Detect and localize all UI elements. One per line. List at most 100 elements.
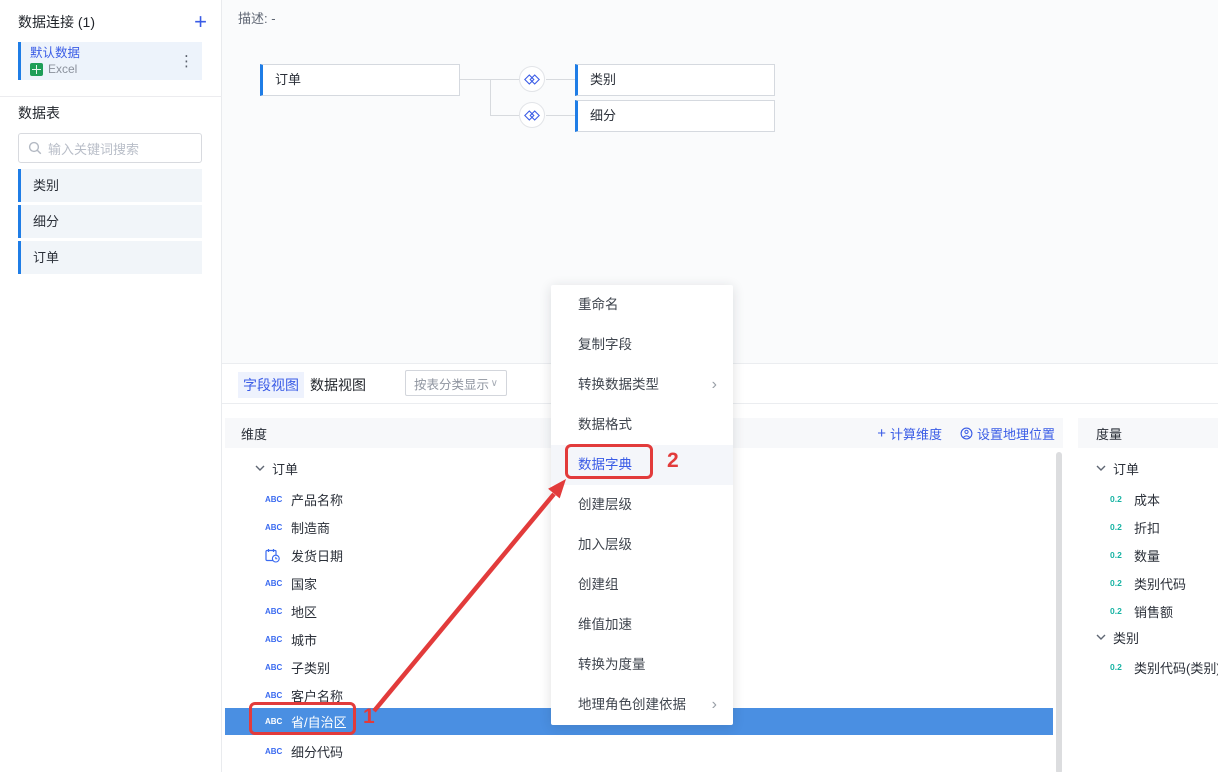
search-input[interactable]: 输入关键词搜索	[18, 133, 202, 163]
join-diamonds-icon	[523, 74, 541, 85]
join-icon[interactable]	[519, 66, 545, 92]
join-diamonds-icon	[523, 110, 541, 121]
abc-field-icon: ABC	[265, 747, 285, 756]
measure-group-label: 类别	[1113, 628, 1139, 647]
measure-field-label: 类别代码	[1134, 574, 1186, 593]
dimension-field-row[interactable]: ABC 细分代码	[225, 737, 1053, 765]
menu-item-label: 加入层级	[578, 537, 632, 552]
connector-line	[490, 115, 519, 116]
dimension-field-label: 制造商	[291, 518, 330, 537]
menu-item[interactable]: 转换为度量	[551, 645, 733, 685]
measure-group-row[interactable]: 类别	[1078, 623, 1218, 651]
measure-field-label: 类别代码(类别)	[1134, 658, 1218, 677]
menu-item[interactable]: 数据格式	[551, 405, 733, 445]
table-node-orders[interactable]: 订单	[260, 64, 460, 96]
measure-group-row[interactable]: 订单	[1078, 454, 1218, 482]
measure-field-row[interactable]: 0.2成本	[1078, 485, 1218, 513]
table-node-label: 类别	[590, 72, 616, 87]
chevron-down-icon: ∨	[491, 378, 498, 389]
connector-line	[490, 79, 519, 80]
dimension-field-label: 省/自治区	[291, 712, 347, 731]
measure-field-row[interactable]: 0.2数量	[1078, 541, 1218, 569]
menu-item[interactable]: 创建层级	[551, 485, 733, 525]
set-geo-button[interactable]: 设置地理位置	[960, 424, 1055, 443]
submenu-arrow-icon: ›	[712, 685, 717, 725]
connection-type-row: Excel	[30, 62, 194, 76]
measure-field-label: 折扣	[1134, 518, 1160, 537]
geo-globe-icon	[960, 427, 973, 440]
menu-item-label: 维值加速	[578, 617, 632, 632]
data-connections-title: 数据连接 (1)	[18, 12, 95, 32]
measure-group-label: 订单	[1113, 459, 1139, 478]
measure-number-icon: 0.2	[1110, 662, 1128, 672]
table-node-segment[interactable]: 细分	[575, 100, 775, 132]
dimension-field-label: 城市	[291, 630, 317, 649]
menu-item[interactable]: 加入层级	[551, 525, 733, 565]
table-node-category[interactable]: 类别	[575, 64, 775, 96]
dimension-field-label: 国家	[291, 574, 317, 593]
menu-item[interactable]: 复制字段	[551, 325, 733, 365]
field-context-menu: 重命名复制字段转换数据类型›数据格式数据字典创建层级加入层级创建组维值加速转换为…	[551, 285, 733, 725]
measure-field-row[interactable]: 0.2 类别代码(类别)	[1078, 653, 1218, 681]
measure-field-label: 数量	[1134, 546, 1160, 565]
measure-number-icon: 0.2	[1110, 494, 1128, 504]
table-node-label: 订单	[275, 72, 301, 87]
measure-field-row[interactable]: 0.2 折扣	[1078, 513, 1218, 541]
search-icon	[28, 141, 42, 155]
calc-dimension-label: 计算维度	[890, 424, 942, 443]
connector-line	[546, 115, 575, 116]
measure-field-label: 销售额	[1134, 602, 1173, 621]
excel-icon	[30, 63, 43, 76]
data-table-item[interactable]: 订单	[18, 241, 202, 274]
chevron-down-icon	[1096, 634, 1106, 640]
table-node-label: 细分	[590, 108, 616, 123]
abc-field-icon: ABC	[265, 691, 285, 700]
menu-item-label: 创建层级	[578, 497, 632, 512]
menu-item[interactable]: 转换数据类型 ›	[551, 365, 733, 405]
dimension-field-label: 发货日期	[291, 546, 343, 565]
menu-item[interactable]: 重命名	[551, 285, 733, 325]
join-icon[interactable]	[519, 102, 545, 128]
data-table-item[interactable]: 类别	[18, 169, 202, 202]
more-options-icon[interactable]: ⋮	[179, 52, 194, 70]
connection-item-default[interactable]: 默认数据 Excel ⋮	[18, 42, 202, 80]
sidebar: 数据连接 (1) + 默认数据 Excel ⋮ 数据表 输入关键词搜索 类别细分…	[0, 0, 222, 772]
display-mode-select[interactable]: 按表分类显示 ∨	[405, 370, 507, 396]
measure-number-icon: 0.2	[1110, 522, 1128, 532]
connector-line	[460, 79, 490, 80]
dimension-group-label: 订单	[272, 459, 298, 478]
tab-field-view[interactable]: 字段视图	[238, 372, 304, 398]
menu-item-label: 地理角色创建依据	[578, 697, 686, 712]
dimension-field-label: 细分代码	[291, 742, 343, 761]
measure-number-icon: 0.2	[1110, 578, 1128, 588]
search-placeholder: 输入关键词搜索	[48, 139, 139, 158]
submenu-arrow-icon: ›	[712, 365, 717, 405]
abc-field-icon: ABC	[265, 717, 285, 726]
measure-field-row[interactable]: 0.2 类别代码	[1078, 569, 1218, 597]
menu-item[interactable]: 地理角色创建依据 ›	[551, 685, 733, 725]
chevron-down-icon	[255, 465, 265, 471]
measure-field-row[interactable]: 0.2销售额	[1078, 597, 1218, 625]
display-mode-value: 按表分类显示	[414, 374, 489, 393]
menu-item[interactable]: 创建组	[551, 565, 733, 605]
menu-item[interactable]: 维值加速	[551, 605, 733, 645]
menu-item-label: 转换为度量	[578, 657, 646, 672]
dimension-field-label: 子类别	[291, 658, 330, 677]
connector-line	[490, 79, 491, 116]
date-field-icon	[265, 548, 280, 563]
calc-dimension-button[interactable]: + 计算维度	[877, 424, 942, 443]
chevron-down-icon	[1096, 465, 1106, 471]
menu-item-label: 转换数据类型	[578, 377, 659, 392]
menu-item-label: 复制字段	[578, 337, 632, 352]
connection-name: 默认数据	[30, 45, 194, 61]
dimensions-scrollbar[interactable]	[1056, 452, 1062, 772]
set-geo-label: 设置地理位置	[977, 424, 1055, 443]
connection-type-label: Excel	[48, 62, 77, 76]
data-table-item[interactable]: 细分	[18, 205, 202, 238]
menu-item[interactable]: 数据字典	[551, 445, 733, 485]
dimension-field-label: 客户名称	[291, 686, 343, 705]
connector-line	[546, 79, 575, 80]
add-connection-icon[interactable]: +	[194, 12, 207, 32]
tab-data-view[interactable]: 数据视图	[310, 375, 366, 395]
data-tables-title: 数据表	[18, 103, 60, 123]
